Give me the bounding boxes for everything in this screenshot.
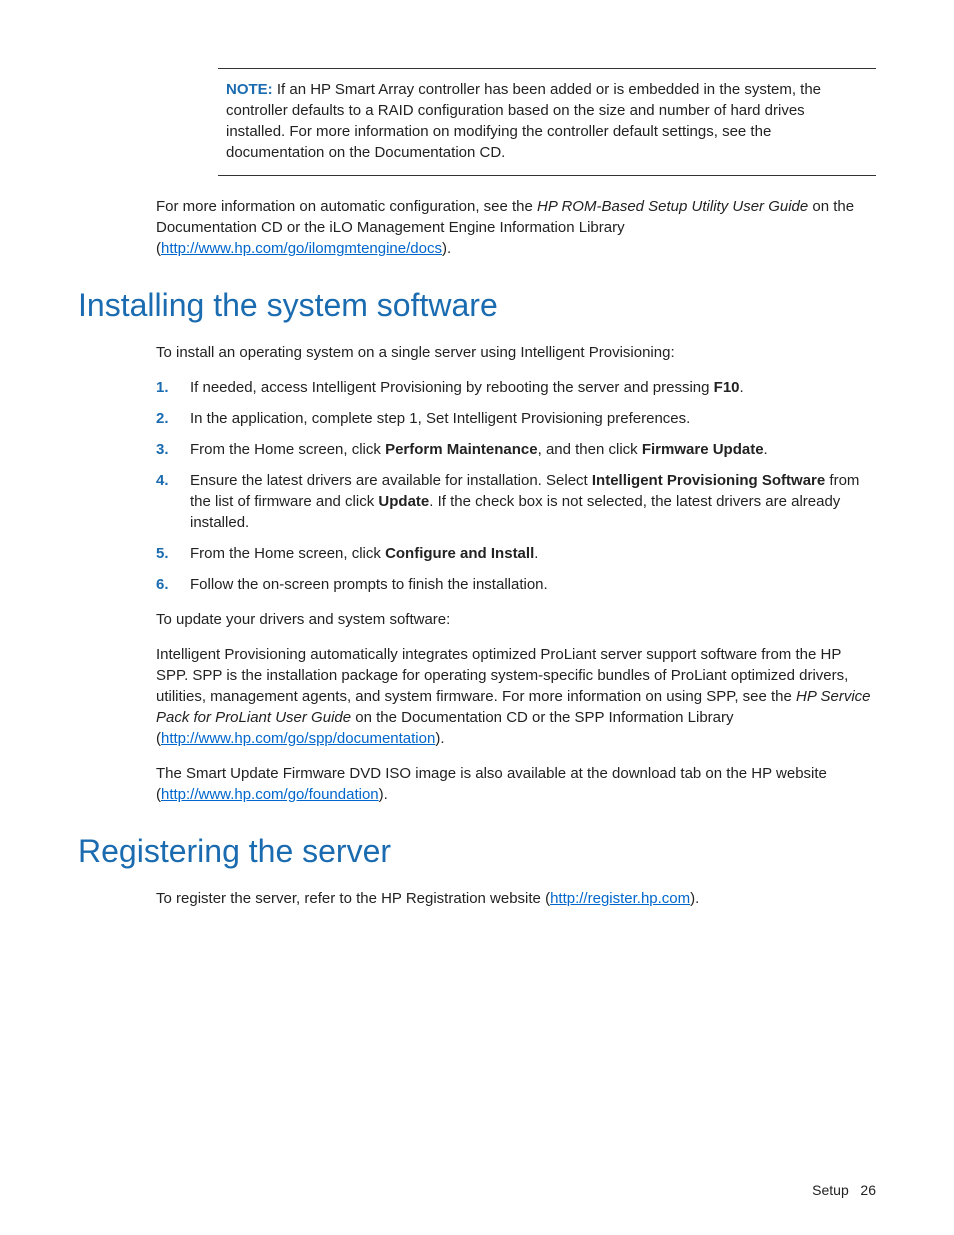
step-bold-text: F10 [714, 379, 740, 396]
auto-config-link[interactable]: http://www.hp.com/go/ilomgmtengine/docs [161, 240, 442, 257]
footer-page: 26 [860, 1182, 876, 1198]
step-text: Follow the on-screen prompts to finish t… [190, 576, 548, 593]
step-content: In the application, complete step 1, Set… [190, 408, 876, 429]
auto-config-post: ). [442, 240, 451, 257]
step-bold-text: Configure and Install [385, 545, 534, 562]
spp-paragraph: Intelligent Provisioning automatically i… [156, 644, 876, 749]
step-text: , and then click [538, 441, 642, 458]
step-number: 3. [156, 439, 190, 460]
dvd-link[interactable]: http://www.hp.com/go/foundation [161, 786, 379, 803]
note-label: NOTE: [226, 81, 273, 98]
step-bold-text: Perform Maintenance [385, 441, 538, 458]
install-step: 4.Ensure the latest drivers are availabl… [156, 470, 876, 533]
step-text: Ensure the latest drivers are available … [190, 472, 592, 489]
step-content: From the Home screen, click Configure an… [190, 543, 876, 564]
step-bold-text: Update [378, 493, 429, 510]
dvd-paragraph: The Smart Update Firmware DVD ISO image … [156, 763, 876, 805]
install-step: 5.From the Home screen, click Configure … [156, 543, 876, 564]
heading-installing: Installing the system software [78, 283, 876, 328]
auto-config-paragraph: For more information on automatic config… [156, 196, 876, 259]
step-number: 6. [156, 574, 190, 595]
install-step: 3.From the Home screen, click Perform Ma… [156, 439, 876, 460]
step-text: In the application, complete step 1, Set… [190, 410, 690, 427]
step-text: If needed, access Intelligent Provisioni… [190, 379, 714, 396]
register-pre: To register the server, refer to the HP … [156, 890, 550, 907]
note-box: NOTE: If an HP Smart Array controller ha… [218, 68, 876, 176]
heading-registering: Registering the server [78, 829, 876, 874]
install-steps-list: 1.If needed, access Intelligent Provisio… [156, 377, 876, 595]
spp-link[interactable]: http://www.hp.com/go/spp/documentation [161, 730, 435, 747]
step-text: From the Home screen, click [190, 441, 385, 458]
spp-post: ). [435, 730, 444, 747]
step-bold-text: Firmware Update [642, 441, 764, 458]
step-content: Ensure the latest drivers are available … [190, 470, 876, 533]
auto-config-pre: For more information on automatic config… [156, 198, 537, 215]
install-intro: To install an operating system on a sing… [156, 342, 876, 363]
install-step: 1.If needed, access Intelligent Provisio… [156, 377, 876, 398]
step-content: If needed, access Intelligent Provisioni… [190, 377, 876, 398]
dvd-post: ). [379, 786, 388, 803]
step-number: 2. [156, 408, 190, 429]
note-text: If an HP Smart Array controller has been… [226, 81, 821, 161]
step-bold-text: Intelligent Provisioning Software [592, 472, 825, 489]
install-step: 2.In the application, complete step 1, S… [156, 408, 876, 429]
update-intro: To update your drivers and system softwa… [156, 609, 876, 630]
step-content: From the Home screen, click Perform Main… [190, 439, 876, 460]
step-content: Follow the on-screen prompts to finish t… [190, 574, 876, 595]
step-text: . [764, 441, 768, 458]
step-number: 1. [156, 377, 190, 398]
step-text: From the Home screen, click [190, 545, 385, 562]
auto-config-italic: HP ROM-Based Setup Utility User Guide [537, 198, 808, 215]
register-link[interactable]: http://register.hp.com [550, 890, 690, 907]
register-post: ). [690, 890, 699, 907]
step-text: . [534, 545, 538, 562]
footer-section: Setup [812, 1182, 849, 1198]
step-number: 5. [156, 543, 190, 564]
spp-pre: Intelligent Provisioning automatically i… [156, 646, 848, 705]
step-text: . [740, 379, 744, 396]
step-number: 4. [156, 470, 190, 533]
register-paragraph: To register the server, refer to the HP … [156, 888, 876, 909]
install-step: 6.Follow the on-screen prompts to finish… [156, 574, 876, 595]
page-footer: Setup 26 [812, 1181, 876, 1201]
